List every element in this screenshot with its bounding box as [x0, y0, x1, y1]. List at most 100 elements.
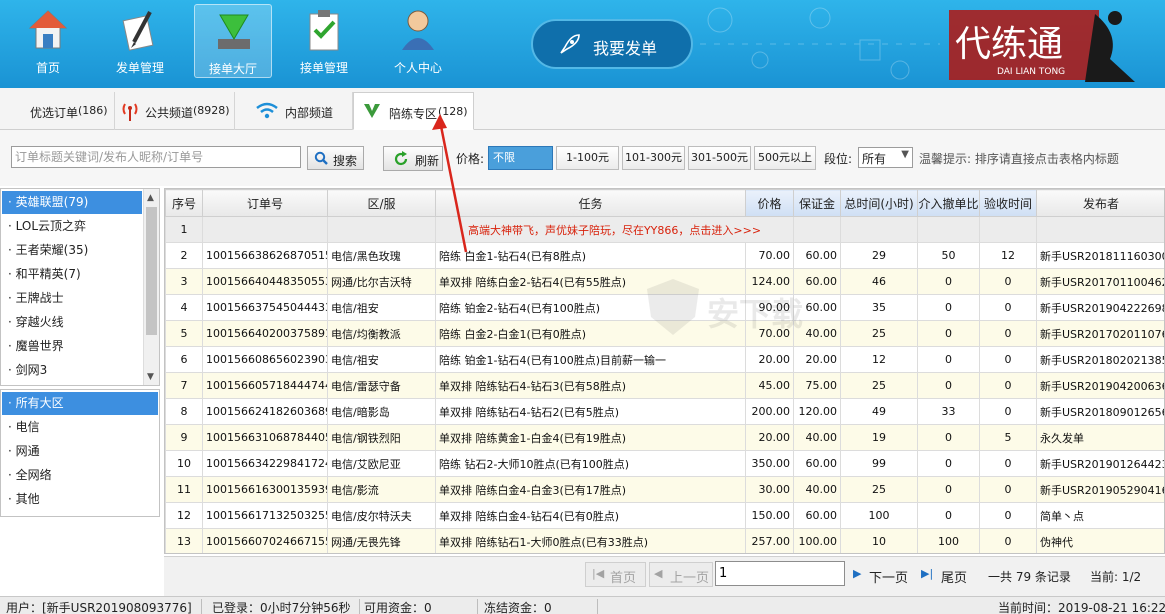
price-option-any[interactable]: 不限: [488, 146, 553, 170]
cell-task: 陪练 白金1-钻石4(已有8胜点): [435, 242, 746, 269]
nav-post-manage[interactable]: 发单管理: [101, 4, 179, 78]
game-item-label: 王者荣耀(35): [15, 243, 89, 257]
game-item[interactable]: · LOL云顶之弈: [2, 215, 142, 238]
table-row[interactable]: 1010015663422984172413电信/艾欧尼亚陪练 钻石2-大师10…: [165, 450, 1164, 477]
prev-page-label: 上一页: [670, 571, 710, 586]
col-header-price[interactable]: 价格: [745, 189, 794, 217]
region-item[interactable]: · 网通: [2, 440, 158, 463]
table-row[interactable]: 810015662418260368947电信/暗影岛单双排 陪练钻石4-钻石2…: [165, 398, 1164, 425]
table-row[interactable]: 1310015660702466715578网通/无畏先锋单双排 陪练钻石1-大…: [165, 528, 1164, 553]
col-header-accept-time[interactable]: 验收时间: [979, 189, 1037, 217]
clipboard-check-icon: [309, 10, 339, 51]
region-item-label: 网通: [15, 444, 40, 458]
cell-total-hours: 99: [840, 450, 918, 477]
scroll-down-icon[interactable]: ▼: [147, 372, 154, 382]
game-list-scrollbar[interactable]: ▲ ▼: [143, 189, 159, 385]
col-header-server[interactable]: 区/服: [327, 189, 436, 217]
region-item[interactable]: · 全网络: [2, 464, 158, 487]
table-row[interactable]: 210015663862687051508电信/黑色玫瑰陪练 白金1-钻石4(已…: [165, 242, 1164, 269]
cell-accept-time: 0: [979, 268, 1037, 295]
tab-internal-channel[interactable]: 内部频道: [235, 92, 353, 130]
col-header-task[interactable]: 任务: [435, 189, 746, 217]
cell-total-hours: 46: [840, 268, 918, 295]
tab-public-channel[interactable]: 公共频道 (8928): [115, 92, 235, 130]
cell-price: 45.00: [745, 372, 794, 399]
keyword-search-input[interactable]: [11, 146, 301, 168]
tab-preferred-orders[interactable]: 优选订单 (186): [0, 92, 115, 130]
cell-index: 13: [165, 528, 203, 553]
col-header-deposit[interactable]: 保证金: [793, 189, 841, 217]
table-row[interactable]: 1210015661713250325597电信/皮尔特沃夫单双排 陪练白金4-…: [165, 502, 1164, 529]
cell-accept-time: 0: [979, 528, 1037, 553]
col-header-index[interactable]: 序号: [165, 189, 203, 217]
cell-order-no: 10015662418260368947: [202, 398, 328, 425]
game-item-label: 和平精英(7): [15, 267, 81, 281]
ad-banner-text[interactable]: 高端大神带飞，声优妹子陪玩，尽在YY866，点击进入>>>: [435, 216, 794, 243]
cell-publisher: 新手USR201905290416: [1036, 476, 1164, 503]
cell-cancel-ratio: 33: [917, 398, 980, 425]
nav-home-label: 首页: [35, 61, 60, 75]
game-item[interactable]: · 王牌战士: [2, 287, 142, 310]
refresh-button[interactable]: 刷新: [383, 146, 443, 171]
nav-order-manage[interactable]: 接单管理: [285, 4, 363, 78]
cell-order-no: 10015660865602390318: [202, 346, 328, 373]
game-item[interactable]: · 魔兽世界: [2, 335, 142, 358]
status-frozen-funds: 冻结资金：0: [484, 599, 598, 614]
game-item[interactable]: · 王者荣耀(35): [2, 239, 142, 262]
col-header-order-no[interactable]: 订单号: [202, 189, 328, 217]
cell-publisher: 新手USR201802021385: [1036, 346, 1164, 373]
col-header-total-hours[interactable]: 总时间(小时): [840, 189, 918, 217]
prev-page-button[interactable]: ◀ 上一页: [649, 562, 713, 587]
game-item[interactable]: · 和平精英(7): [2, 263, 142, 286]
nav-user-center[interactable]: 个人中心: [379, 4, 457, 78]
current-page: 当前: 1/2: [1090, 570, 1142, 584]
home-icon: [28, 10, 68, 49]
price-option-1-100[interactable]: 1-100元: [556, 146, 619, 170]
next-page-button[interactable]: ▶ 下一页: [848, 562, 914, 587]
region-item[interactable]: · 其他: [2, 488, 158, 511]
table-cell: [202, 216, 328, 243]
region-item[interactable]: · 电信: [2, 416, 158, 439]
price-option-500-plus[interactable]: 500元以上: [754, 146, 816, 170]
game-item[interactable]: · 英雄联盟(79): [2, 191, 142, 214]
last-page-label: 尾页: [941, 571, 968, 586]
search-button[interactable]: 搜索: [307, 146, 364, 170]
cell-index: 7: [165, 372, 203, 399]
first-page-button[interactable]: |◀ 首页: [585, 562, 646, 587]
status-bar: 用户：[新手USR201908093776] 已登录：0小时7分钟56秒 可用资…: [0, 596, 1165, 614]
last-page-button[interactable]: ▶| 尾页: [916, 562, 976, 587]
cell-task: 单双排 陪练白金4-白金3(已有17胜点): [435, 476, 746, 503]
game-item-label: 英雄联盟(79): [15, 195, 89, 209]
rank-select[interactable]: 所有 ▼: [858, 147, 913, 168]
col-header-cancel-ratio[interactable]: 介入撤单比: [917, 189, 980, 217]
table-row[interactable]: 610015660865602390318电信/祖安陪练 铂金1-钻石4(已有1…: [165, 346, 1164, 373]
cell-publisher: 新手USR201904200636: [1036, 372, 1164, 399]
table-row[interactable]: 910015663106878440582电信/钢铁烈阳单双排 陪练黄金1-白金…: [165, 424, 1164, 451]
page-number-input[interactable]: [715, 561, 845, 586]
game-item[interactable]: · 穿越火线: [2, 311, 142, 334]
nav-order-manage-label: 接单管理: [299, 61, 348, 75]
post-order-button[interactable]: 我要发单: [531, 19, 693, 69]
cell-publisher: 伪神代: [1036, 528, 1164, 553]
scroll-thumb[interactable]: [146, 207, 157, 335]
cell-cancel-ratio: 0: [917, 476, 980, 503]
watermark-text: 安下载: [707, 295, 804, 333]
cell-order-no: 10015660702466715578: [202, 528, 328, 553]
cell-order-no: 10015660571844474457: [202, 372, 328, 399]
table-row[interactable]: 710015660571844474457电信/雷瑟守备单双排 陪练钻石4-钻石…: [165, 372, 1164, 399]
game-item[interactable]: · 剑网3: [2, 359, 142, 382]
scroll-up-icon[interactable]: ▲: [147, 193, 154, 203]
price-option-301-500[interactable]: 301-500元: [688, 146, 751, 170]
nav-home[interactable]: 首页: [9, 4, 87, 78]
price-option-101-300[interactable]: 101-300元: [622, 146, 685, 170]
cell-task: 单双排 陪练钻石4-钻石3(已有58胜点): [435, 372, 746, 399]
ad-row[interactable]: 1 高端大神带飞，声优妹子陪玩，尽在YY866，点击进入>>>: [165, 216, 1164, 243]
nav-order-hall[interactable]: 接单大厅: [194, 4, 272, 78]
table-row[interactable]: 1110015661630013593918电信/影流单双排 陪练白金4-白金3…: [165, 476, 1164, 503]
tab-coaching-zone[interactable]: 陪练专区 (128): [353, 92, 474, 130]
status-login-time: 已登录：0小时7分钟56秒: [212, 599, 360, 614]
col-header-publisher[interactable]: 发布者: [1036, 189, 1164, 217]
shield-icon: [647, 279, 699, 335]
region-item[interactable]: · 所有大区: [2, 392, 158, 415]
cell-accept-time: 0: [979, 398, 1037, 425]
